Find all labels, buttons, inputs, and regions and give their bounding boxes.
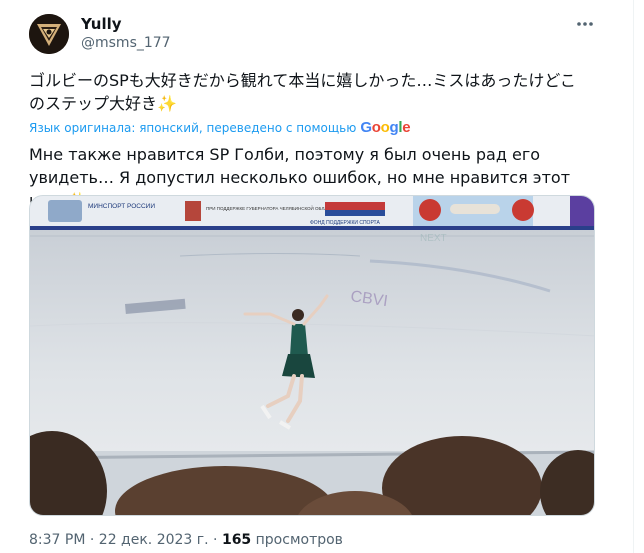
tweet-date[interactable]: 22 дек. 2023 г. — [99, 532, 209, 548]
banner-sponsor-1: МИНСПОРТ РОССИИ — [88, 203, 155, 210]
sparkle-emoji: ✨ — [157, 94, 177, 113]
more-options-button[interactable] — [572, 13, 598, 35]
skating-rink-photo: МИНСПОРТ РОССИИ ПРИ ПОДДЕРЖКЕ ГУБЕРНАТОР… — [30, 196, 594, 515]
tweet-media-photo[interactable]: МИНСПОРТ РОССИИ ПРИ ПОДДЕРЖКЕ ГУБЕРНАТОР… — [29, 195, 595, 516]
banner-sponsor-2: ПРИ ПОДДЕРЖКЕ ГУБЕРНАТОРА ЧЕЛЯБИНСКОЙ ОБ… — [206, 204, 336, 211]
tweet-original-text: ゴルビーのSPも大好きだから観れて本当に嬉しかった…ミスはあったけどこのステップ… — [29, 69, 589, 115]
meta-separator: · — [213, 532, 218, 548]
views-count: 165 — [221, 532, 252, 548]
svg-text:NEXT: NEXT — [420, 233, 447, 244]
tweet-time[interactable]: 8:37 PM — [29, 532, 85, 548]
translation-note-label: Язык оригинала: японский, переведено с п… — [29, 120, 357, 135]
banner-emblem — [185, 201, 201, 221]
avatar-image — [29, 14, 69, 54]
banner-sponsor-3: ФОНД ПОДДЕРЖКИ СПОРТА — [310, 220, 380, 226]
banner-logo — [48, 200, 82, 222]
author-name[interactable]: Yully — [81, 15, 122, 33]
views-label: просмотров — [255, 532, 343, 548]
avatar[interactable] — [29, 14, 69, 54]
tweet-original-body: ゴルビーのSPも大好きだから観れて本当に嬉しかった…ミスはあったけどこのステップ… — [29, 71, 576, 113]
author-handle[interactable]: @msms_177 — [81, 35, 171, 51]
column-border — [633, 0, 634, 553]
tweet-meta: 8:37 PM · 22 дек. 2023 г. · 165 просмотр… — [29, 532, 343, 548]
meta-separator: · — [89, 532, 95, 548]
more-options-icon — [577, 22, 593, 26]
google-logo: Google — [360, 119, 411, 136]
banner-flag — [325, 202, 385, 210]
translation-note[interactable]: Язык оригинала: японский, переведено с п… — [29, 119, 411, 136]
